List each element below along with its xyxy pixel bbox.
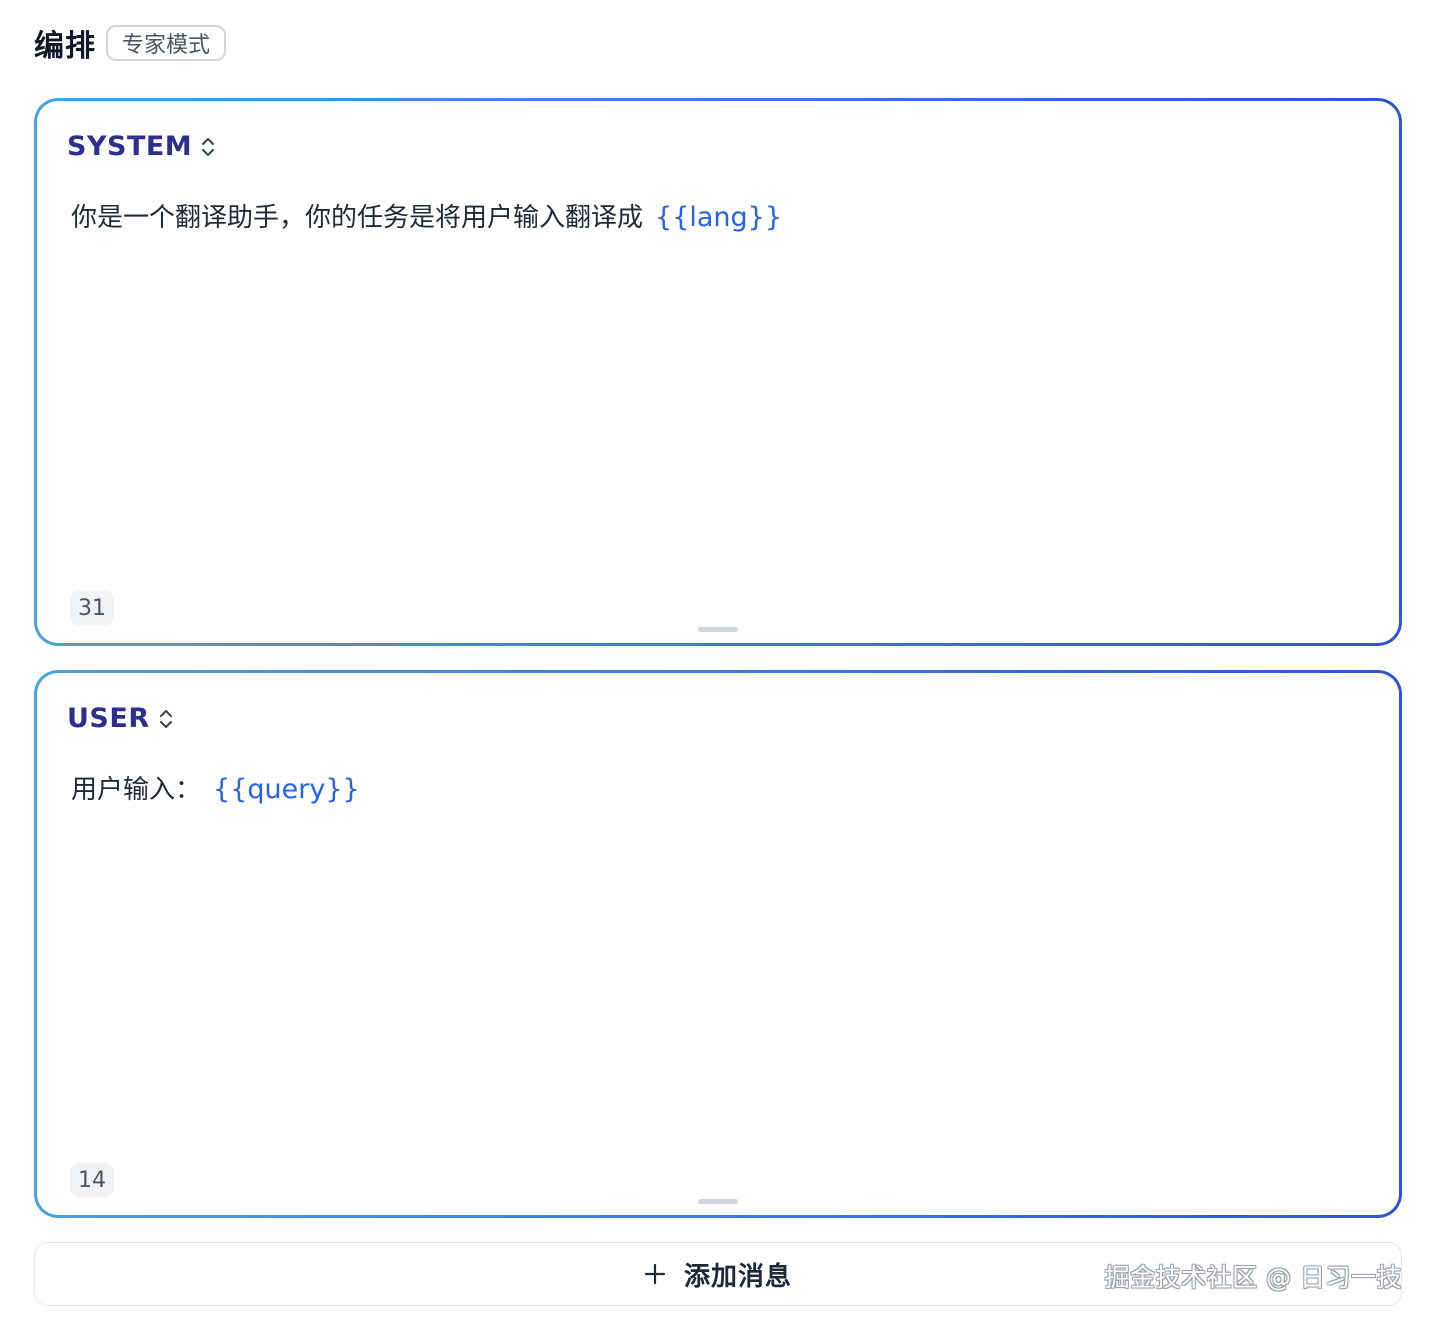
expert-mode-badge[interactable]: 专家模式: [106, 25, 227, 61]
chevron-up-down-icon: [159, 709, 172, 728]
variable-token[interactable]: {{query}}: [213, 774, 360, 805]
prompt-text-content: 用户输入：: [71, 775, 202, 805]
user-message-editor[interactable]: USER 用户输入： {{query}} 14: [37, 673, 1399, 1215]
section-header: 编排 专家模式: [34, 22, 227, 64]
section-title: 编排: [34, 29, 96, 64]
system-role-selector[interactable]: SYSTEM: [67, 131, 216, 162]
resize-handle[interactable]: [698, 1199, 738, 1204]
system-message-card: SYSTEM 你是一个翻译助手，你的任务是将用户输入翻译成 {{lang}} 3…: [34, 98, 1402, 646]
add-message-button[interactable]: 添加消息: [34, 1242, 1402, 1306]
user-role-selector[interactable]: USER: [67, 703, 174, 734]
role-label: SYSTEM: [67, 131, 193, 162]
variable-token[interactable]: {{lang}}: [655, 202, 782, 233]
plus-icon: [644, 1263, 666, 1285]
chevron-up-down-icon: [202, 137, 215, 156]
char-count-badge: 14: [70, 1163, 114, 1197]
prompt-text-content: 你是一个翻译助手，你的任务是将用户输入翻译成: [71, 203, 644, 233]
prompt-text[interactable]: 你是一个翻译助手，你的任务是将用户输入翻译成 {{lang}}: [71, 197, 782, 234]
system-message-editor[interactable]: SYSTEM 你是一个翻译助手，你的任务是将用户输入翻译成 {{lang}} 3…: [37, 101, 1399, 643]
role-label: USER: [67, 703, 150, 734]
resize-handle[interactable]: [698, 627, 738, 632]
add-message-label: 添加消息: [683, 1261, 792, 1292]
user-message-card: USER 用户输入： {{query}} 14: [34, 670, 1402, 1218]
prompt-text[interactable]: 用户输入： {{query}}: [71, 769, 360, 806]
char-count-badge: 31: [70, 591, 114, 625]
